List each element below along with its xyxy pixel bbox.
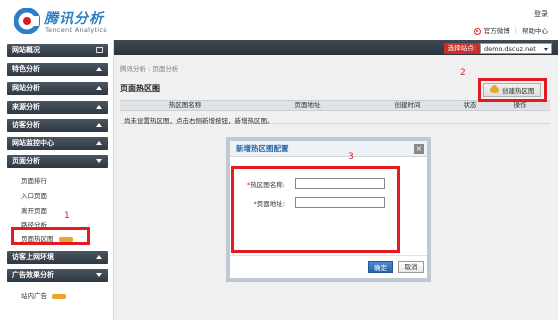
chevron-up-icon — [96, 86, 102, 90]
top-links: 官方微博 | 帮助中心 — [473, 25, 548, 35]
annotation-number-3: 3 — [348, 152, 354, 162]
sidebar-item-entry-pages[interactable]: 入口页面 — [21, 190, 47, 200]
logo[interactable]: 腾讯分析 Tencent Analytics — [14, 6, 134, 36]
sidebar-section-label: 网站概况 — [12, 46, 40, 54]
sidebar-section-label: 网站分析 — [12, 84, 40, 92]
annotation-box-1 — [11, 227, 90, 245]
site-select-dropdown[interactable]: demo.dscuz.net — [480, 43, 552, 54]
annotation-box-2 — [478, 78, 547, 102]
chevron-up-icon — [96, 67, 102, 71]
chevron-down-icon — [544, 48, 548, 51]
weibo-link[interactable]: 官方微博 — [484, 25, 510, 35]
dialog-footer: 确定 取消 — [230, 255, 427, 278]
chevron-up-icon — [96, 255, 102, 259]
close-icon[interactable]: × — [414, 144, 424, 154]
sidebar-item-exit-pages[interactable]: 离开页面 — [21, 205, 47, 215]
sidebar-section-label: 访客上网环境 — [12, 253, 54, 261]
chevron-down-icon — [96, 159, 102, 163]
site-select-value: demo.dscuz.net — [484, 45, 536, 53]
confirm-button[interactable]: 确定 — [368, 261, 393, 273]
tencent-logo-icon — [14, 8, 40, 34]
link-separator: | — [514, 26, 517, 34]
sidebar-section-label: 来源分析 — [12, 103, 40, 111]
logo-title: 腾讯分析 — [44, 11, 104, 27]
chevron-up-icon — [96, 123, 102, 127]
sidebar-section-label: 访客分析 — [12, 121, 40, 129]
hot-badge — [52, 293, 67, 299]
site-selector-label: 选择站点: — [443, 43, 480, 54]
cancel-button[interactable]: 取消 — [398, 261, 424, 273]
annotation-number-2: 2 — [460, 68, 466, 78]
sidebar-item-page-rank[interactable]: 页面排行 — [21, 175, 47, 185]
sidebar-section-ads[interactable]: 广告效果分析 — [7, 269, 108, 282]
sidebar-section-overview[interactable]: 网站概况 — [7, 44, 108, 57]
sidebar-section-featured[interactable]: 特色分析 — [7, 63, 108, 76]
chevron-down-icon — [96, 273, 102, 277]
logo-subtitle: Tencent Analytics — [45, 26, 107, 34]
sidebar-section-source[interactable]: 来源分析 — [7, 101, 108, 114]
help-link[interactable]: 帮助中心 — [522, 25, 548, 35]
annotation-number-1: 1 — [64, 211, 70, 221]
square-icon — [96, 47, 103, 53]
sidebar-item-label: 站内广告 — [21, 292, 47, 300]
sidebar-section-label: 网站监控中心 — [12, 139, 54, 147]
chevron-up-icon — [96, 141, 102, 145]
chevron-up-icon — [96, 105, 102, 109]
site-selector: 选择站点: demo.dscuz.net — [443, 42, 552, 55]
sidebar-section-label: 广告效果分析 — [12, 271, 54, 279]
dialog-title: 新增热区图配置 — [230, 141, 427, 157]
sidebar-section-visitor[interactable]: 访客分析 — [7, 119, 108, 132]
sidebar-section-label: 特色分析 — [12, 65, 40, 73]
weibo-icon — [473, 27, 481, 35]
sidebar-section-environment[interactable]: 访客上网环境 — [7, 251, 108, 264]
annotation-box-3 — [231, 166, 400, 253]
app-header: 腾讯分析 Tencent Analytics 登录 官方微博 | 帮助中心 — [0, 0, 558, 40]
sidebar-item-site-ads[interactable]: 站内广告 — [21, 290, 67, 300]
login-link[interactable]: 登录 — [534, 9, 548, 19]
sidebar-section-label: 页面分析 — [12, 157, 40, 165]
sidebar-section-page[interactable]: 页面分析 — [7, 155, 108, 168]
sidebar: 网站概况 特色分析 网站分析 来源分析 访客分析 网站监控中心 页面分析 页面排… — [0, 40, 114, 320]
sidebar-section-site[interactable]: 网站分析 — [7, 82, 108, 95]
sidebar-section-monitor[interactable]: 网站监控中心 — [7, 137, 108, 150]
